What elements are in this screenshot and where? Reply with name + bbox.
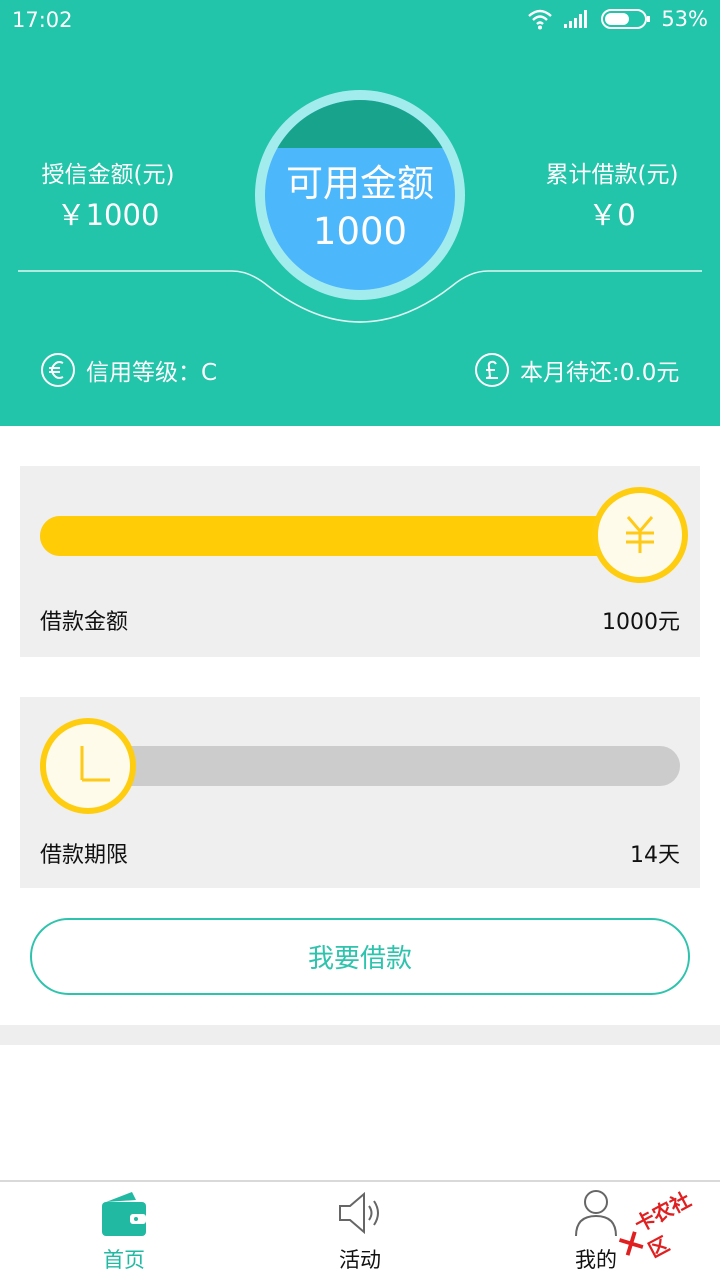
wallet-icon bbox=[102, 1192, 146, 1236]
clock-icon bbox=[80, 746, 110, 782]
borrowed-total-value: ￥0 bbox=[588, 198, 636, 232]
credit-level-item: 信用等级：C bbox=[40, 352, 217, 388]
credit-level-text: 信用等级：C bbox=[86, 360, 218, 386]
credit-amount-stat: 授信金额(元) ￥1000 bbox=[0, 160, 218, 236]
loan-term-label: 借款期限 bbox=[40, 843, 129, 868]
header-panel: 17:02 53% 授信金额(元) ￥1000 累计借款(元) ￥0 可用金额 … bbox=[0, 0, 720, 426]
status-icons: 53% bbox=[527, 7, 708, 31]
loan-amount-row: 借款金额 1000元 bbox=[40, 604, 680, 636]
borrowed-total-label: 累计借款(元) bbox=[545, 162, 679, 188]
status-bar: 17:02 53% bbox=[0, 0, 720, 44]
tab-home-label: 首页 bbox=[103, 1248, 145, 1272]
loan-amount-slider-knob[interactable] bbox=[592, 487, 688, 583]
section-divider bbox=[0, 1025, 720, 1045]
battery-percent: 53% bbox=[661, 7, 708, 31]
available-amount-value: 1000 bbox=[312, 210, 408, 253]
loan-term-value: 14天 bbox=[630, 843, 680, 868]
battery-icon bbox=[601, 9, 651, 29]
available-amount-label: 可用金额 bbox=[286, 162, 434, 205]
apply-loan-button[interactable]: 我要借款 bbox=[30, 918, 690, 995]
monthly-due-item: 本月待还:0.0元 bbox=[474, 352, 679, 388]
loan-term-slider-knob[interactable] bbox=[40, 718, 136, 814]
status-time: 17:02 bbox=[12, 8, 73, 32]
circle-top-band bbox=[265, 100, 455, 148]
pound-icon bbox=[475, 353, 509, 387]
tab-activity[interactable]: 活动 bbox=[280, 1182, 440, 1280]
loan-amount-card: 借款金额 1000元 bbox=[20, 466, 700, 657]
credit-amount-label: 授信金额(元) bbox=[41, 162, 175, 188]
loan-amount-fill bbox=[40, 516, 640, 556]
available-amount-circle: 可用金额 1000 bbox=[265, 100, 455, 290]
credit-amount-value: ￥1000 bbox=[56, 198, 160, 232]
wifi-icon bbox=[528, 9, 553, 30]
loan-amount-track[interactable] bbox=[40, 516, 680, 556]
loan-term-track[interactable] bbox=[40, 746, 680, 786]
yen-icon bbox=[626, 516, 654, 553]
loan-term-card: 借款期限 14天 bbox=[20, 697, 700, 888]
tab-home[interactable]: 首页 bbox=[44, 1182, 204, 1280]
loan-amount-value: 1000元 bbox=[602, 610, 680, 635]
borrowed-total-stat: 累计借款(元) ￥0 bbox=[502, 160, 720, 236]
tab-activity-label: 活动 bbox=[339, 1248, 381, 1272]
loan-term-row: 借款期限 14天 bbox=[40, 837, 680, 869]
speaker-icon bbox=[339, 1191, 379, 1235]
signal-icon bbox=[564, 10, 588, 28]
monthly-due-text: 本月待还:0.0元 bbox=[520, 360, 680, 386]
euro-icon bbox=[41, 353, 75, 387]
loan-amount-label: 借款金额 bbox=[40, 610, 129, 635]
